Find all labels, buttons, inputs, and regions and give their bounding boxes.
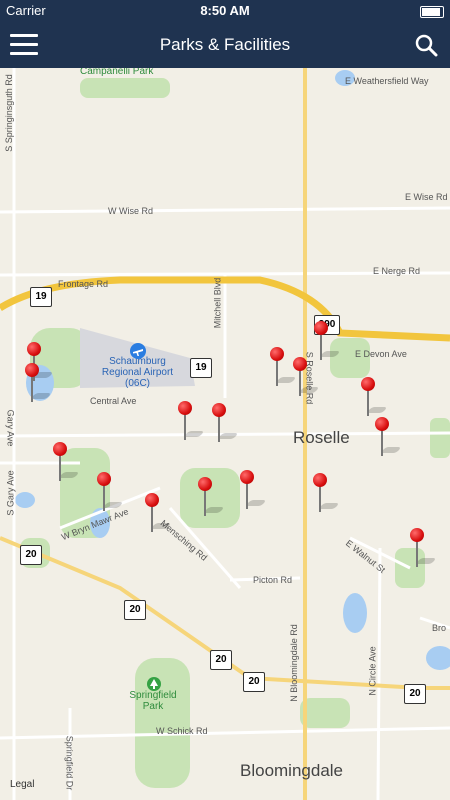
status-bar: Carrier 8:50 AM <box>0 0 450 22</box>
facility-pin[interactable] <box>375 417 405 457</box>
springfield-dr-label: Springfield Dr <box>64 735 75 791</box>
clock: 8:50 AM <box>200 3 250 18</box>
facility-pin[interactable] <box>212 403 242 443</box>
mitchell-blvd-label: Mitchell Blvd <box>212 277 223 329</box>
campanelli-park-label: Campanelli Park <box>80 68 154 77</box>
facility-pin[interactable] <box>240 470 270 510</box>
facility-pin[interactable] <box>198 477 228 517</box>
facility-pin[interactable] <box>314 321 344 361</box>
bloomingdale-town-label: Bloomingdale <box>240 761 344 780</box>
partial-road-label: Bro <box>432 623 447 633</box>
picton-road-label: Picton Rd <box>253 575 293 585</box>
facility-pin[interactable] <box>145 493 175 533</box>
wise-road-east-label: E Wise Rd <box>405 192 448 202</box>
map-view[interactable]: Campanelli Park E Weathersfield Way S Sp… <box>0 68 450 800</box>
n-bloomingdale-road-label: N Bloomingdale Rd <box>288 624 299 702</box>
facility-pin[interactable] <box>361 377 391 417</box>
legal-link[interactable]: Legal <box>10 779 34 790</box>
nav-bar: Parks & Facilities <box>0 22 450 68</box>
springinsguth-label: S Springinsguth Rd <box>3 74 14 152</box>
roselle-town-label: Roselle <box>293 428 350 447</box>
wise-road-west-label: W Wise Rd <box>108 206 153 216</box>
nerge-road-label: E Nerge Rd <box>373 266 421 276</box>
route-20-shield-5: 20 <box>404 684 426 704</box>
gary-ave-label: Gary Ave <box>5 409 16 447</box>
facility-pin[interactable] <box>178 401 208 441</box>
facility-pin[interactable] <box>313 473 343 513</box>
weathersfield-label: E Weathersfield Way <box>345 76 429 86</box>
facility-pin[interactable] <box>53 442 83 482</box>
page-title: Parks & Facilities <box>159 35 291 54</box>
route-20-shield-4: 20 <box>243 672 265 692</box>
springfield-park-label: Springfield Park <box>129 690 177 712</box>
frontage-road-label: Frontage Rd <box>58 279 109 289</box>
battery-icon <box>417 3 444 18</box>
facility-pin[interactable] <box>25 363 55 403</box>
devon-ave-label: E Devon Ave <box>355 349 407 359</box>
schick-road-label: W Schick Rd <box>156 726 208 736</box>
route-19-shield-west: 19 <box>30 287 52 307</box>
s-gary-ave-label: S Gary Ave <box>5 470 16 516</box>
airport-icon <box>130 343 146 359</box>
route-20-shield-3: 20 <box>210 650 232 670</box>
facility-pin[interactable] <box>293 357 323 397</box>
park-icon <box>147 677 161 691</box>
route-20-shield-2: 20 <box>124 600 146 620</box>
route-20-shield-1: 20 <box>20 545 42 565</box>
n-circle-ave-label: N Circle Ave <box>367 646 378 696</box>
central-ave-label: Central Ave <box>90 396 137 406</box>
facility-pin[interactable] <box>410 528 440 568</box>
facility-pin[interactable] <box>97 472 127 512</box>
search-icon[interactable] <box>414 33 438 57</box>
route-19-shield-east: 19 <box>190 358 212 378</box>
airport-label: Schaumburg Regional Airport (06C) <box>101 356 174 389</box>
